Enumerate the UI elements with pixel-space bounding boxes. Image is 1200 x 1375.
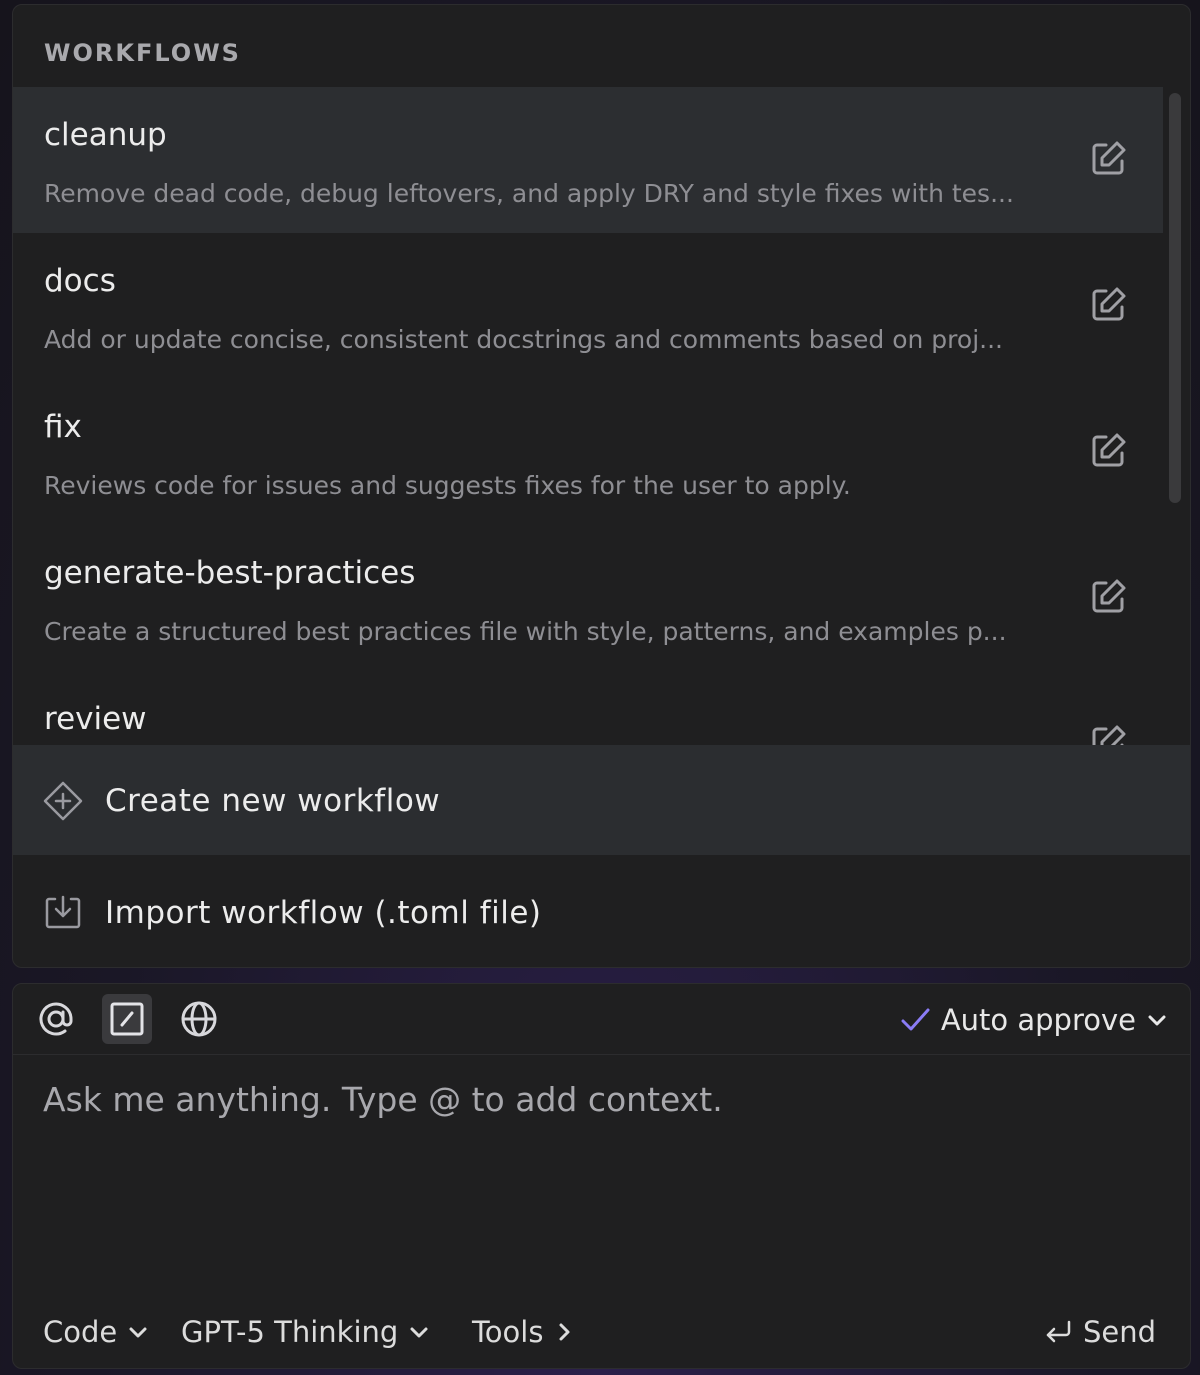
import-workflow-button[interactable]: Import workflow (.toml file) (13, 857, 1190, 967)
auto-approve-dropdown[interactable]: Auto approve (899, 1000, 1168, 1040)
workflow-description: Reviews code for issues and suggests fix… (44, 471, 851, 500)
workflow-description: Add or update concise, consistent docstr… (44, 325, 1003, 354)
workflow-title: cleanup (44, 117, 167, 153)
tools-menu[interactable]: Tools (472, 1310, 575, 1354)
workflow-description: Create a structured best practices file … (44, 617, 1007, 646)
send-button[interactable]: Send (1043, 1310, 1156, 1354)
chevron-down-icon (410, 1327, 428, 1338)
composer-bottom-bar: Code GPT-5 Thinking Tools Send (13, 1310, 1190, 1354)
workflow-title: generate-best-practices (44, 555, 416, 591)
chevron-down-icon (129, 1327, 147, 1338)
send-label: Send (1082, 1315, 1156, 1349)
edit-icon[interactable] (1088, 723, 1128, 747)
workflow-item-review[interactable]: review (13, 671, 1163, 747)
workflow-item-cleanup[interactable]: cleanup Remove dead code, debug leftover… (13, 87, 1163, 233)
composer-toolbar: Auto approve (13, 984, 1190, 1055)
return-icon (1046, 1320, 1071, 1343)
tools-label: Tools (472, 1315, 544, 1349)
workflow-title: docs (44, 263, 116, 299)
edit-icon[interactable] (1088, 577, 1128, 617)
create-workflow-label: Create new workflow (105, 783, 441, 819)
at-sign-icon (39, 1002, 73, 1036)
workflow-item-fix[interactable]: fix Reviews code for issues and suggests… (13, 379, 1163, 525)
workflows-popup: WORKFLOWS cleanup Remove dead code, debu… (12, 4, 1191, 968)
workflow-button[interactable] (102, 994, 152, 1044)
import-workflow-label: Import workflow (.toml file) (105, 895, 542, 931)
workflow-item-docs[interactable]: docs Add or update concise, consistent d… (13, 233, 1163, 379)
chevron-down-icon (1148, 1015, 1166, 1026)
chat-composer: Auto approve Ask me anything. Type @ to … (12, 983, 1191, 1369)
import-icon (45, 895, 81, 929)
workflow-title: review (44, 701, 147, 737)
plus-diamond-icon (43, 781, 83, 821)
workflow-title: fix (44, 409, 82, 445)
slash-square-icon (110, 1002, 144, 1036)
edit-icon[interactable] (1088, 431, 1128, 471)
workflow-list: cleanup Remove dead code, debug leftover… (13, 87, 1163, 747)
prompt-input[interactable]: Ask me anything. Type @ to add context. (43, 1080, 723, 1119)
workflow-description: Remove dead code, debug leftovers, and a… (44, 179, 1014, 208)
workflow-list-scrollbar[interactable] (1169, 93, 1181, 503)
mode-dropdown[interactable]: Code (43, 1310, 149, 1354)
workflows-header: WORKFLOWS (44, 39, 241, 67)
globe-icon (181, 1001, 217, 1037)
mention-button[interactable] (31, 994, 81, 1044)
edit-icon[interactable] (1088, 139, 1128, 179)
check-icon (901, 1008, 930, 1031)
mode-label: Code (43, 1315, 118, 1349)
model-dropdown[interactable]: GPT-5 Thinking (181, 1310, 430, 1354)
auto-approve-label: Auto approve (940, 1003, 1136, 1037)
edit-icon[interactable] (1088, 285, 1128, 325)
workflow-item-generate-best-practices[interactable]: generate-best-practices Create a structu… (13, 525, 1163, 671)
create-workflow-button[interactable]: Create new workflow (13, 745, 1190, 855)
web-search-button[interactable] (174, 994, 224, 1044)
model-label: GPT-5 Thinking (181, 1315, 399, 1349)
chevron-right-icon (559, 1323, 570, 1341)
